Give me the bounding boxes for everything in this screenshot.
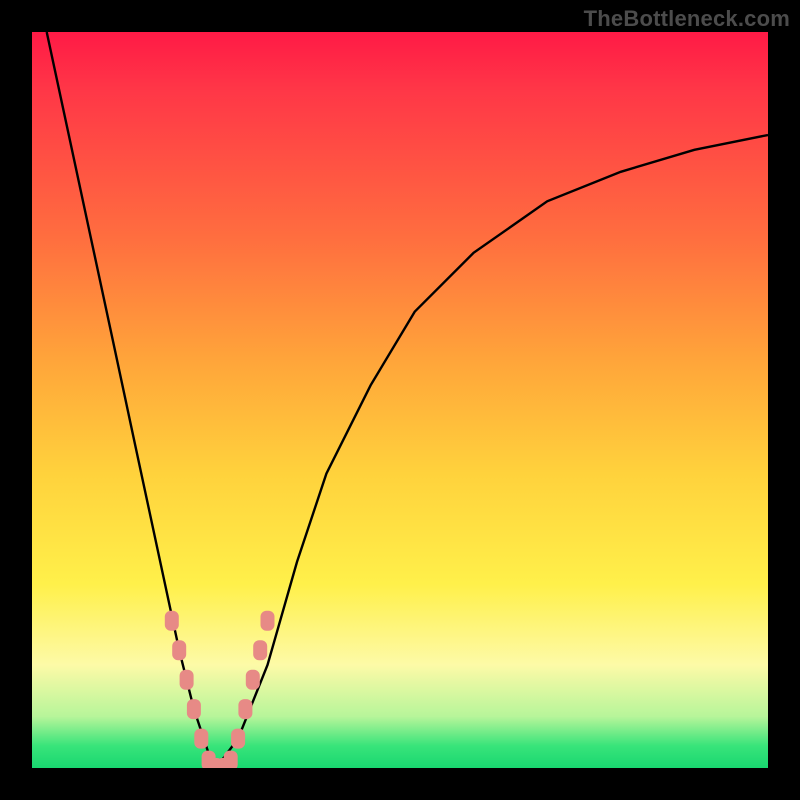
curve-svg	[32, 32, 768, 768]
marker-point	[253, 640, 267, 660]
chart-frame: TheBottleneck.com	[0, 0, 800, 800]
marker-point	[194, 729, 208, 749]
marker-point	[224, 751, 238, 768]
marker-point	[261, 611, 275, 631]
plot-area	[32, 32, 768, 768]
marker-point	[231, 729, 245, 749]
bottleneck-curve	[47, 32, 768, 768]
watermark-text: TheBottleneck.com	[584, 6, 790, 32]
marker-point	[172, 640, 186, 660]
marker-point	[165, 611, 179, 631]
marker-point	[187, 699, 201, 719]
marker-point	[180, 670, 194, 690]
marker-point	[238, 699, 252, 719]
marker-point	[246, 670, 260, 690]
